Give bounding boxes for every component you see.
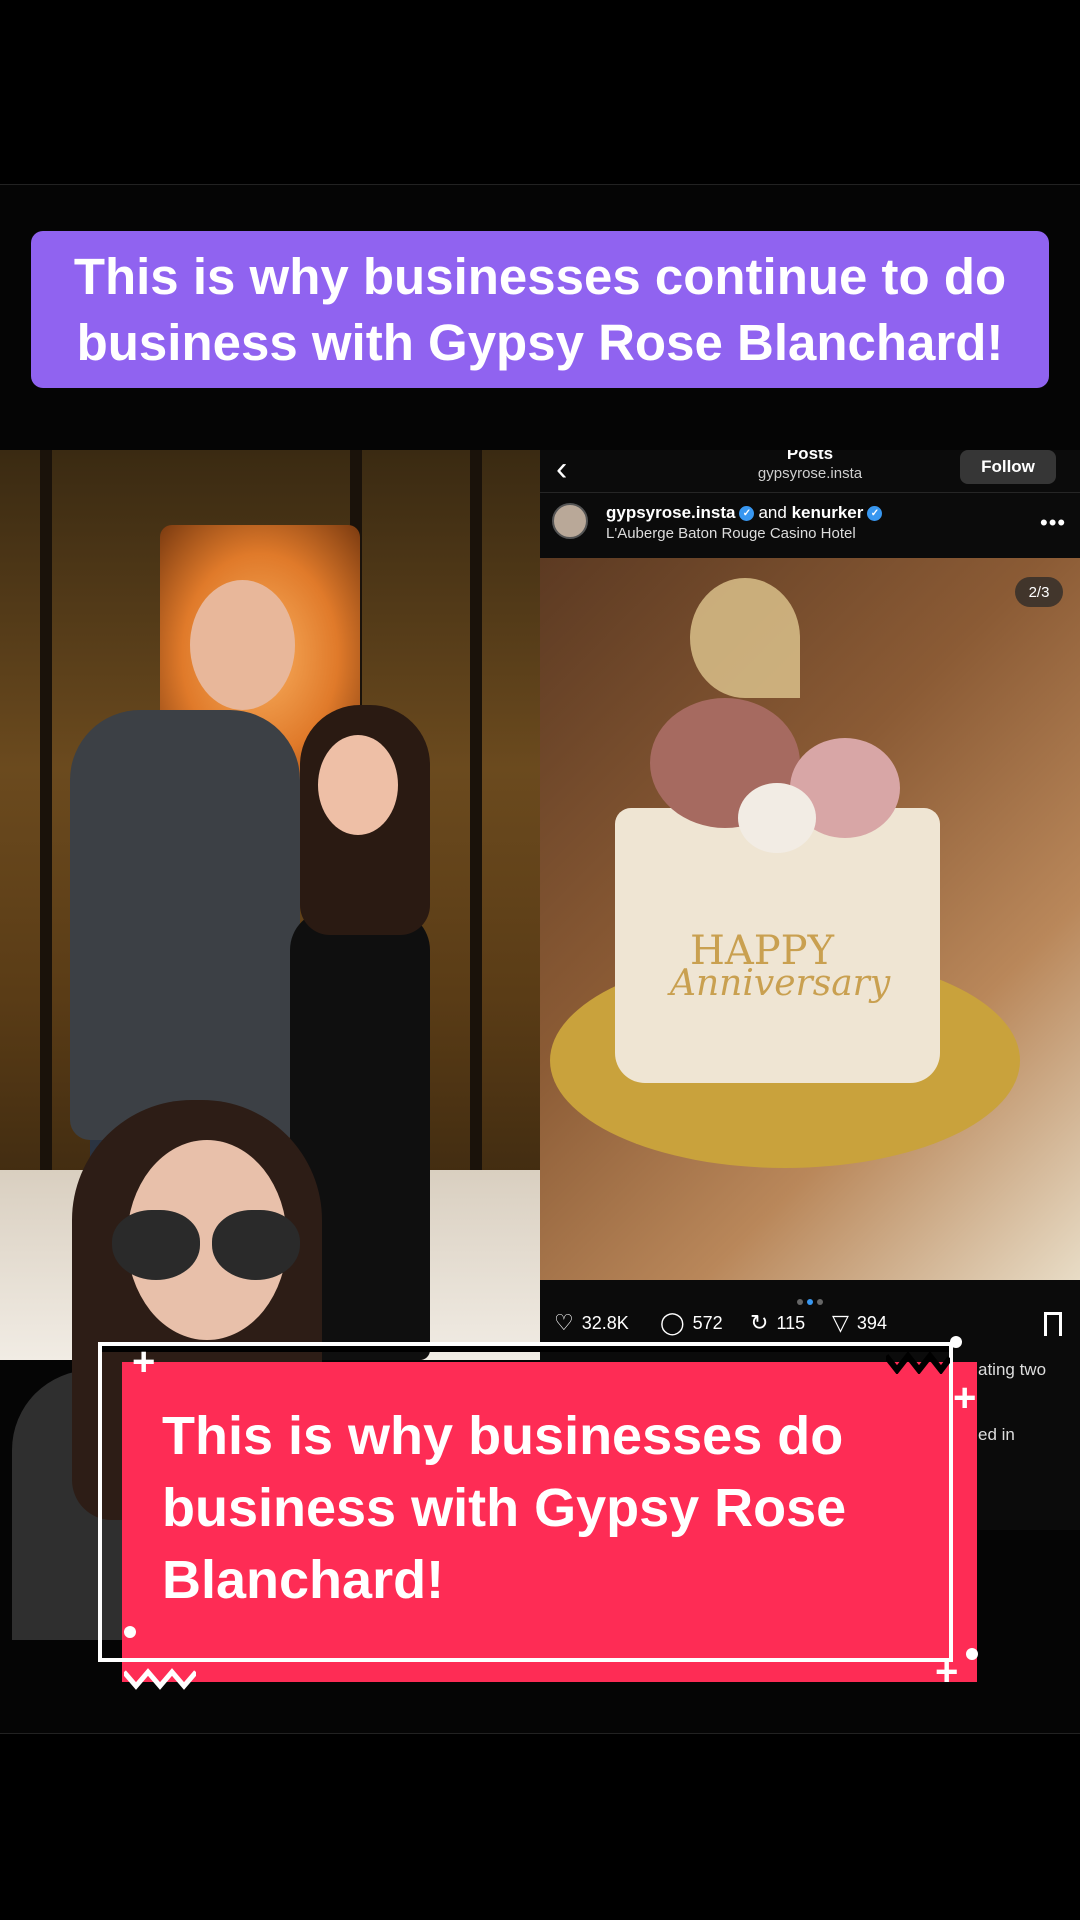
follow-button[interactable]: Follow [960, 450, 1056, 484]
repost-action[interactable]: ↻ 115 [750, 1310, 805, 1336]
zigzag-decoration [124, 1668, 196, 1690]
caption-fragment: ating two [978, 1360, 1047, 1379]
post-location[interactable]: L'Auberge Baton Rouge Casino Hotel [606, 525, 856, 542]
image-counter: 2/3 [1015, 577, 1063, 607]
heart-icon[interactable]: ♡ [554, 1310, 574, 1336]
bottom-caption-text: This is why businesses do business with … [162, 1406, 847, 1610]
plus-decoration: + [953, 1376, 977, 1420]
top-caption-text: This is why businesses continue to do bu… [73, 247, 1007, 371]
repost-icon[interactable]: ↻ [750, 1310, 768, 1336]
post-actions: ♡ 32.8K ◯ 572 ↻ 115 ▽ 394 [554, 1310, 1074, 1342]
verified-icon: ✓ [867, 506, 883, 522]
plus-decoration: + [935, 1650, 959, 1694]
plus-decoration: + [132, 1340, 156, 1384]
post-collab-user[interactable]: kenurker [792, 503, 864, 522]
share-icon[interactable]: ▽ [832, 1310, 849, 1336]
share-action[interactable]: ▽ 394 [832, 1310, 887, 1336]
post-image[interactable]: HAPPY Anniversary 2/3 [540, 558, 1080, 1280]
ig-header: ‹ Posts gypsyrose.insta Follow [540, 450, 1080, 490]
like-action[interactable]: ♡ 32.8K [554, 1310, 629, 1336]
comment-icon[interactable]: ◯ [660, 1310, 685, 1336]
zigzag-decoration [886, 1352, 950, 1374]
more-icon[interactable]: ••• [1040, 510, 1066, 536]
bookmark-icon[interactable] [1044, 1312, 1062, 1336]
like-count: 32.8K [581, 1312, 629, 1333]
comment-action[interactable]: ◯ 572 [660, 1310, 723, 1336]
avatar[interactable] [552, 503, 588, 539]
top-caption-banner: This is why businesses continue to do bu… [31, 231, 1049, 388]
post-user[interactable]: gypsyrose.insta [606, 503, 735, 522]
repost-count: 115 [776, 1312, 806, 1333]
share-count: 394 [856, 1312, 887, 1333]
cake-text-anniversary: Anniversary [670, 963, 891, 1004]
verified-icon: ✓ [739, 506, 755, 522]
post-authors[interactable]: gypsyrose.insta ✓ and kenurker ✓ [606, 503, 886, 523]
man-figure [70, 710, 300, 1140]
comment-count: 572 [692, 1312, 723, 1333]
carousel-dots [795, 1292, 825, 1310]
sunglasses [112, 1210, 302, 1280]
caption-fragment: ed in [978, 1425, 1015, 1444]
